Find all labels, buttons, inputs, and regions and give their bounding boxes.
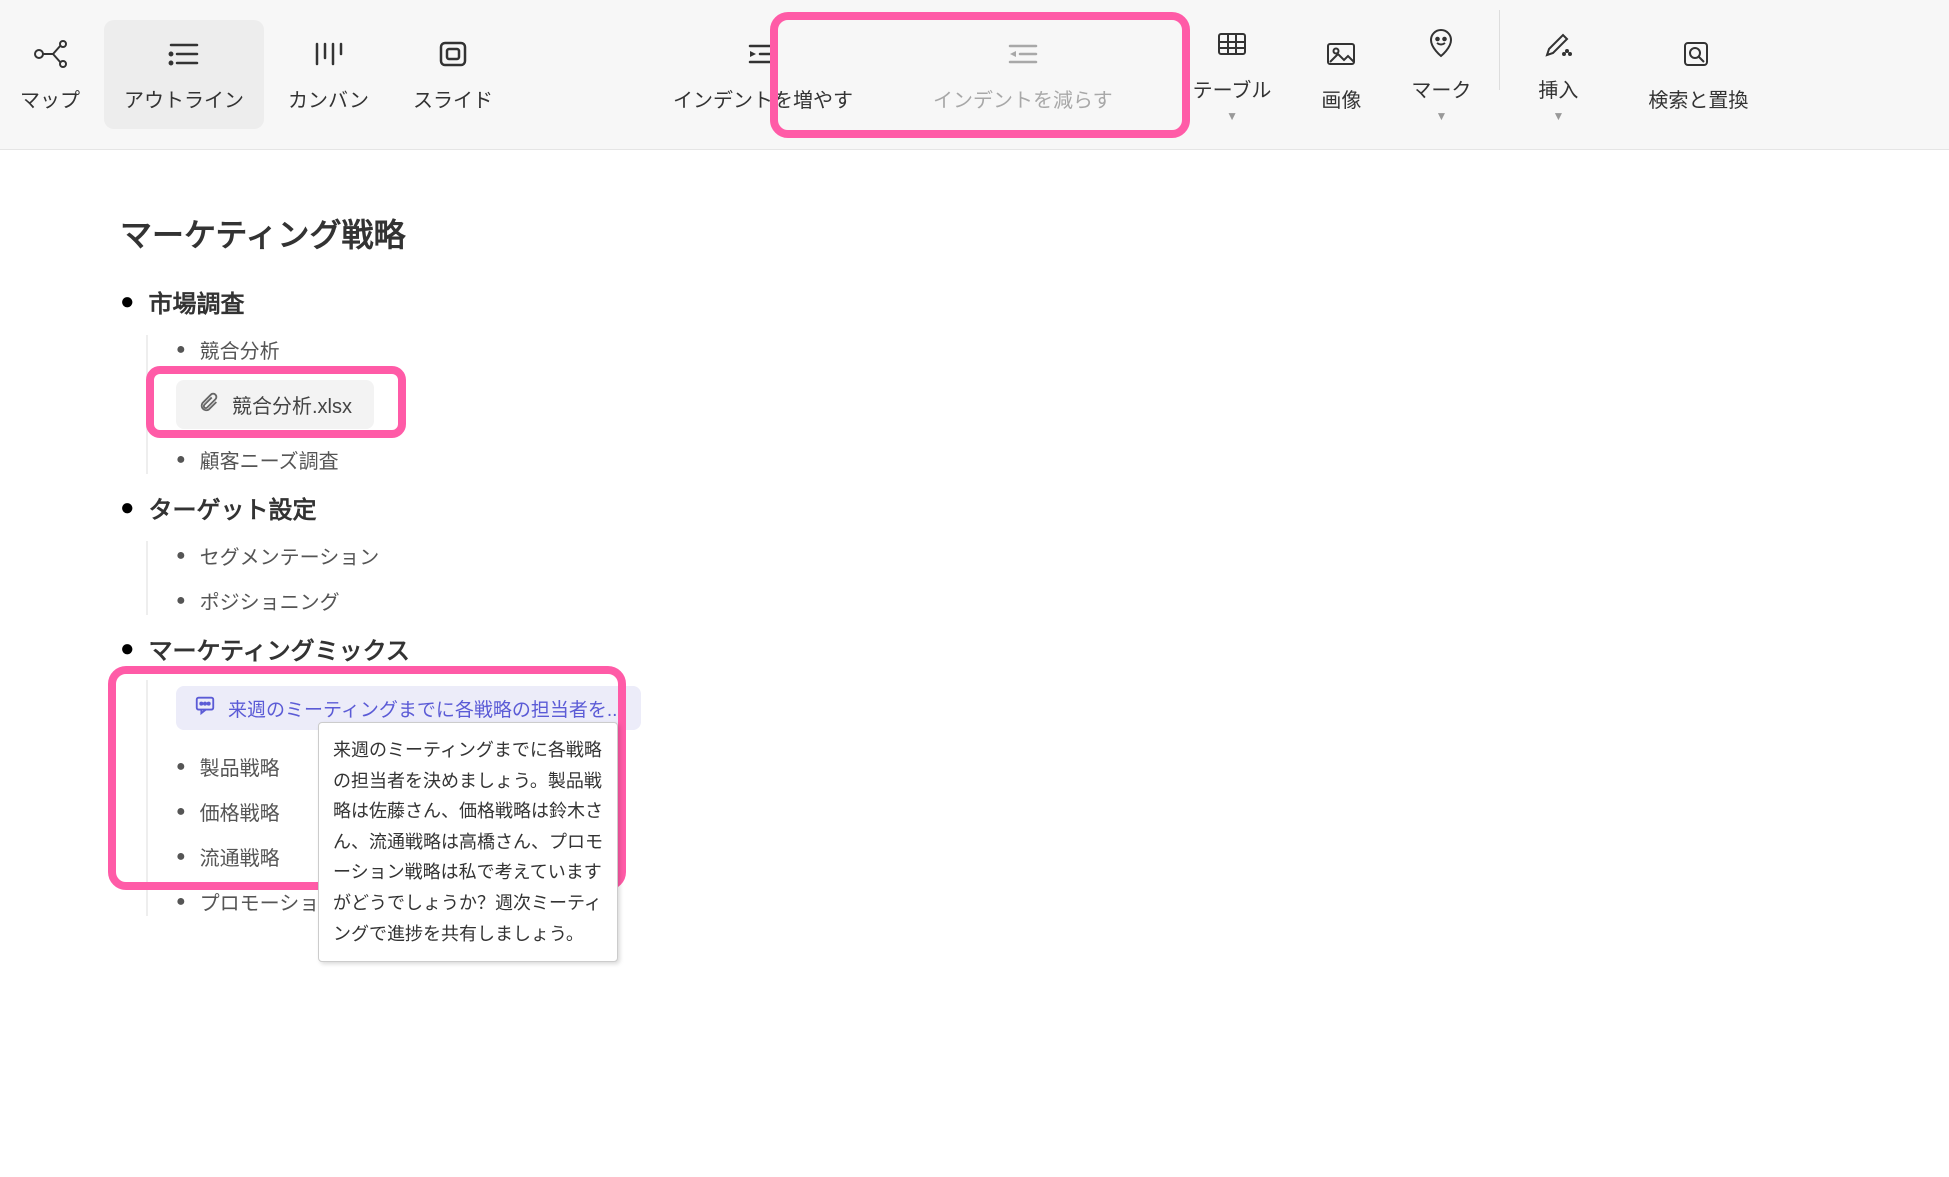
slide-label: スライド — [413, 84, 493, 113]
mindmap-icon — [33, 36, 67, 72]
outline-item-market-research[interactable]: ● 市場調査 — [120, 284, 1280, 319]
document-content: マーケティング戦略 ● 市場調査 ● 競合分析 — [0, 150, 1400, 992]
slide-view-button[interactable]: スライド — [393, 20, 513, 129]
caret-down-icon: ▼ — [1552, 109, 1564, 123]
caret-down-icon: ▼ — [1226, 109, 1238, 123]
outline-item-positioning[interactable]: ● ポジショニング — [176, 586, 1280, 615]
image-icon — [1324, 36, 1358, 72]
mark-button[interactable]: マーク ▼ — [1391, 10, 1491, 139]
bullet-icon: ● — [176, 451, 186, 469]
toolbar-search-group: 検索と置換 — [1628, 20, 1768, 129]
section-title: ターゲット設定 — [149, 490, 317, 525]
bullet-icon: ● — [120, 288, 135, 316]
toolbar: マップ アウトライン — [0, 0, 1949, 150]
mindmap-view-button[interactable]: マップ — [0, 20, 100, 129]
section-title: 市場調査 — [149, 284, 245, 319]
insert-button[interactable]: 挿入 ▼ — [1508, 10, 1608, 139]
item-label: 競合分析 — [200, 335, 280, 364]
caret-down-icon: ▼ — [1435, 109, 1447, 123]
image-button[interactable]: 画像 — [1291, 10, 1391, 139]
kanban-icon — [312, 36, 346, 72]
item-label: 製品戦略 — [200, 752, 280, 781]
outline-item-customer-needs[interactable]: ● 顧客ニーズ調査 — [176, 445, 1280, 474]
indent-decrease-icon — [1006, 36, 1040, 72]
outline-item-segmentation[interactable]: ● セグメンテーション — [176, 541, 1280, 570]
kanban-view-button[interactable]: カンバン — [268, 20, 389, 129]
bullet-icon: ● — [176, 893, 186, 911]
item-label: 価格戦略 — [200, 797, 280, 826]
indent-decrease-button: インデントを減らす — [913, 20, 1133, 129]
bullet-icon: ● — [176, 803, 186, 821]
item-label: 流通戦略 — [200, 842, 280, 871]
insert-icon — [1541, 26, 1575, 62]
bullet-icon: ● — [120, 494, 135, 522]
indent-increase-icon — [746, 36, 780, 72]
outline-label: アウトライン — [124, 84, 244, 113]
image-label: 画像 — [1321, 84, 1361, 113]
document-title[interactable]: マーケティング戦略 — [120, 210, 1280, 256]
item-label: セグメンテーション — [200, 541, 380, 570]
toolbar-insert-group: テーブル ▼ 画像 マーク — [1173, 10, 1609, 139]
item-label: ポジショニング — [200, 586, 340, 615]
search-replace-label: 検索と置換 — [1648, 84, 1748, 113]
item-label: 顧客ニーズ調査 — [200, 445, 339, 474]
separator — [1499, 10, 1500, 90]
outline-view-button[interactable]: アウトライン — [104, 20, 264, 129]
section-title: マーケティングミックス — [149, 631, 410, 666]
table-label: テーブル — [1193, 74, 1272, 103]
table-button[interactable]: テーブル ▼ — [1173, 10, 1292, 139]
mark-icon — [1425, 26, 1457, 62]
indent-decrease-label: インデントを減らす — [933, 84, 1113, 113]
bullet-icon: ● — [176, 547, 186, 565]
mark-label: マーク — [1411, 74, 1471, 103]
bullet-icon: ● — [176, 758, 186, 776]
toolbar-indent-group: インデントを増やす インデントを減らす — [653, 20, 1133, 129]
bullet-icon: ● — [176, 592, 186, 610]
mindmap-label: マップ — [20, 84, 80, 113]
comment-tooltip: 来週のミーティングまでに各戦略の担当者を決めましょう。製品戦略は佐藤さん、価格戦… — [318, 722, 618, 962]
bullet-icon: ● — [120, 635, 135, 663]
search-replace-icon — [1681, 36, 1715, 72]
toolbar-view-group: マップ アウトライン — [0, 20, 513, 129]
bullet-icon: ● — [176, 848, 186, 866]
slide-icon — [436, 36, 470, 72]
comment-icon — [194, 694, 216, 722]
search-replace-button[interactable]: 検索と置換 — [1628, 20, 1768, 129]
outline-item-competitor-analysis[interactable]: ● 競合分析 — [176, 335, 1280, 364]
attachment-icon — [198, 391, 220, 419]
outline-item-marketing-mix[interactable]: ● マーケティングミックス — [120, 631, 1280, 666]
indent-increase-label: インデントを増やす — [673, 84, 853, 113]
attachment-chip[interactable]: 競合分析.xlsx — [176, 380, 374, 429]
comment-summary: 来週のミーティングまでに各戦略の担当者を... — [228, 695, 623, 722]
kanban-label: カンバン — [288, 84, 369, 113]
indent-increase-button[interactable]: インデントを増やす — [653, 20, 873, 129]
insert-label: 挿入 — [1538, 74, 1578, 103]
outline-icon — [167, 36, 201, 72]
bullet-icon: ● — [176, 341, 186, 359]
outline-item-targeting[interactable]: ● ターゲット設定 — [120, 490, 1280, 525]
table-icon — [1215, 26, 1249, 62]
attachment-filename: 競合分析.xlsx — [232, 390, 352, 419]
